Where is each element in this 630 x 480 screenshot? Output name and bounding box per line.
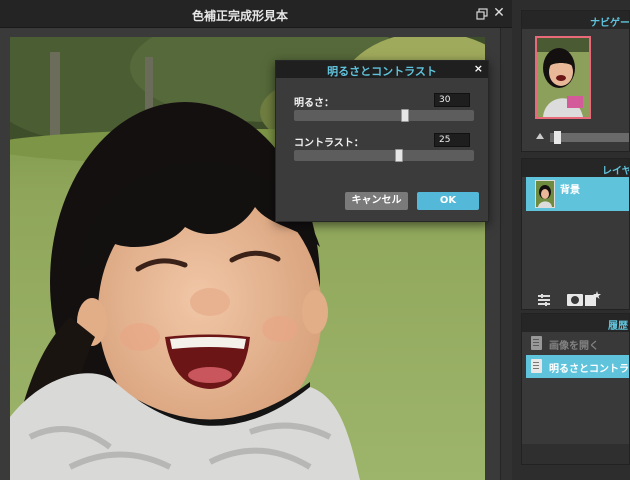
dialog-titlebar[interactable]: 明るさとコントラスト × [276,61,488,78]
document-icon [531,336,542,350]
layers-panel-header[interactable]: レイヤ [522,159,630,177]
document-icon [531,359,542,373]
zoom-slider-thumb[interactable] [554,131,561,144]
mountain-small-icon[interactable] [536,133,544,139]
history-item-label: 明るさとコントラ [549,364,629,375]
history-panel-footer [522,444,629,464]
ok-button[interactable]: OK [417,192,479,210]
history-item-label: 画像を開く [549,341,599,352]
layer-name: 背景 [560,185,580,196]
layer-thumbnail [535,180,555,208]
brightness-value-field[interactable]: 30 [434,93,470,107]
contrast-value-field[interactable]: 25 [434,133,470,147]
navigator-panel-header[interactable]: ナビゲー [522,11,630,29]
layers-toolbar [522,289,629,309]
history-panel-title: 履歴 [608,321,628,332]
cancel-button[interactable]: キャンセル [345,192,408,210]
brightness-contrast-dialog: 明るさとコントラスト × 明るさ： 30 コントラスト： 25 キャンセル OK [275,60,489,222]
navigator-preview[interactable] [535,36,591,119]
close-icon[interactable]: × [474,62,483,75]
new-layer-icon[interactable] [585,291,601,306]
brightness-slider-thumb[interactable] [401,109,409,122]
brightness-slider[interactable] [294,109,474,122]
contrast-label: コントラスト： [294,138,364,149]
document-scrollbar[interactable] [500,28,512,480]
contrast-slider[interactable] [294,149,474,162]
history-item[interactable]: 画像を開く [526,332,629,354]
document-titlebar[interactable]: 色補正完成形見本 ✕ [0,0,512,28]
layers-panel: レイヤ 背景 [521,158,630,310]
layer-row[interactable]: 背景 [526,177,629,211]
brightness-label: 明るさ： [294,98,334,109]
restore-window-icon[interactable] [476,8,488,20]
layer-mask-icon[interactable] [567,294,583,306]
adjustment-layer-icon[interactable] [538,294,550,306]
history-panel-header[interactable]: 履歴 [522,314,629,332]
layers-panel-title: レイヤ [602,166,630,177]
history-item-selected[interactable]: 明るさとコントラ [526,355,629,378]
navigator-panel: ナビゲー [521,10,630,152]
zoom-slider[interactable] [550,131,629,144]
history-panel: 履歴 画像を開く 明るさとコントラ [521,313,630,465]
contrast-slider-thumb[interactable] [395,149,403,162]
close-icon[interactable]: ✕ [492,5,506,21]
navigator-panel-title: ナビゲー [590,18,630,29]
document-title: 色補正完成形見本 [191,9,288,23]
dialog-title: 明るさとコントラスト [327,65,437,78]
